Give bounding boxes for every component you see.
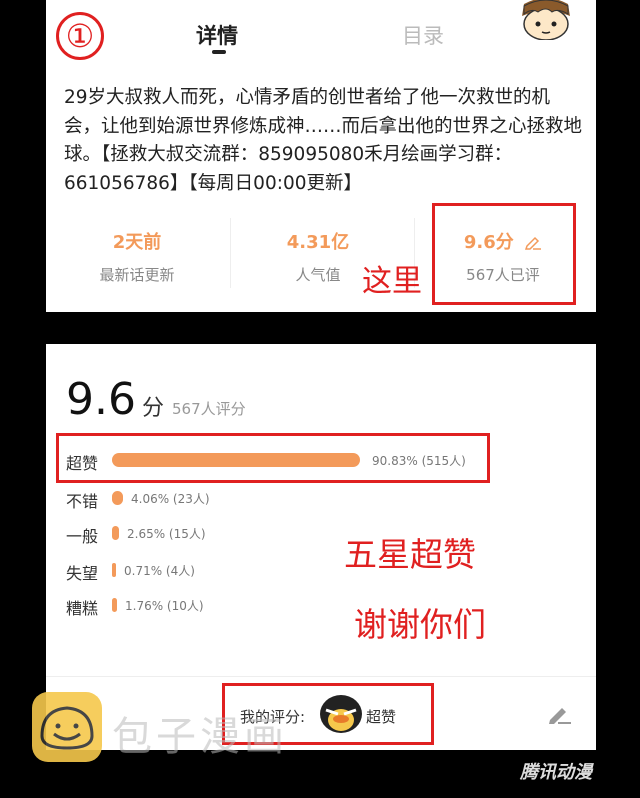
annotation-here: 这里 <box>362 264 422 299</box>
rating-percent: 2.65% (15人) <box>127 527 206 541</box>
overall-score: 9.6 <box>66 374 136 425</box>
rating-bar <box>112 491 123 505</box>
latest-update-label: 最新话更新 <box>99 266 175 284</box>
popularity-value: 4.31亿 <box>286 232 350 253</box>
active-tab-indicator <box>212 50 226 54</box>
stat-latest-update: 2天前 最新话更新 <box>62 228 212 285</box>
latest-update-value: 2天前 <box>112 232 162 253</box>
step-marker: ① <box>56 12 104 60</box>
rating-label: 不错 <box>66 492 99 511</box>
brand-watermark: 腾讯动漫 <box>520 762 592 783</box>
score-count: 567人评分 <box>172 400 246 418</box>
rating-percent: 0.71% (4人) <box>124 564 195 578</box>
watermark-text: 包子漫画 <box>112 714 288 760</box>
rating-label: 失望 <box>66 564 99 583</box>
watermark-logo <box>32 692 102 762</box>
rating-label: 一般 <box>66 527 99 546</box>
highlight-box-rating <box>432 203 576 305</box>
divider <box>230 218 231 288</box>
divider <box>46 676 596 677</box>
bun-icon <box>40 706 94 750</box>
annotation-thanks: 谢谢你们 <box>354 605 486 644</box>
rating-panel: 9.6 分 567人评分 超赞 90.83% (515人) 不错 4.06% (23人… <box>46 344 596 750</box>
description: 29岁大叔救人而死，心情矛盾的创世者给了他一次救世的机会，让他到始源世界修炼成神… <box>64 87 583 194</box>
highlight-box-top-rating <box>56 433 490 483</box>
rating-bar <box>112 563 116 577</box>
rating-label: 糟糕 <box>66 599 99 618</box>
rating-percent: 4.06% (23人) <box>131 492 210 506</box>
rating-percent: 1.76% (10人) <box>125 599 204 613</box>
cartoon-face-icon <box>522 0 570 40</box>
write-review-icon[interactable] <box>546 704 572 724</box>
rating-bar <box>112 598 117 612</box>
tab-details[interactable]: 详情 <box>196 20 238 50</box>
annotation-five-star: 五星超赞 <box>344 535 476 574</box>
rating-row: 不错 4.06% (23人) <box>66 486 526 511</box>
tab-catalog[interactable]: 目录 <box>402 20 444 50</box>
rating-bar <box>112 526 119 540</box>
score-unit: 分 <box>142 396 165 421</box>
detail-panel: ① 详情 目录 29岁大叔救人而死，心情矛盾的创世者给了他一次救世的机会，让他到… <box>46 0 596 312</box>
